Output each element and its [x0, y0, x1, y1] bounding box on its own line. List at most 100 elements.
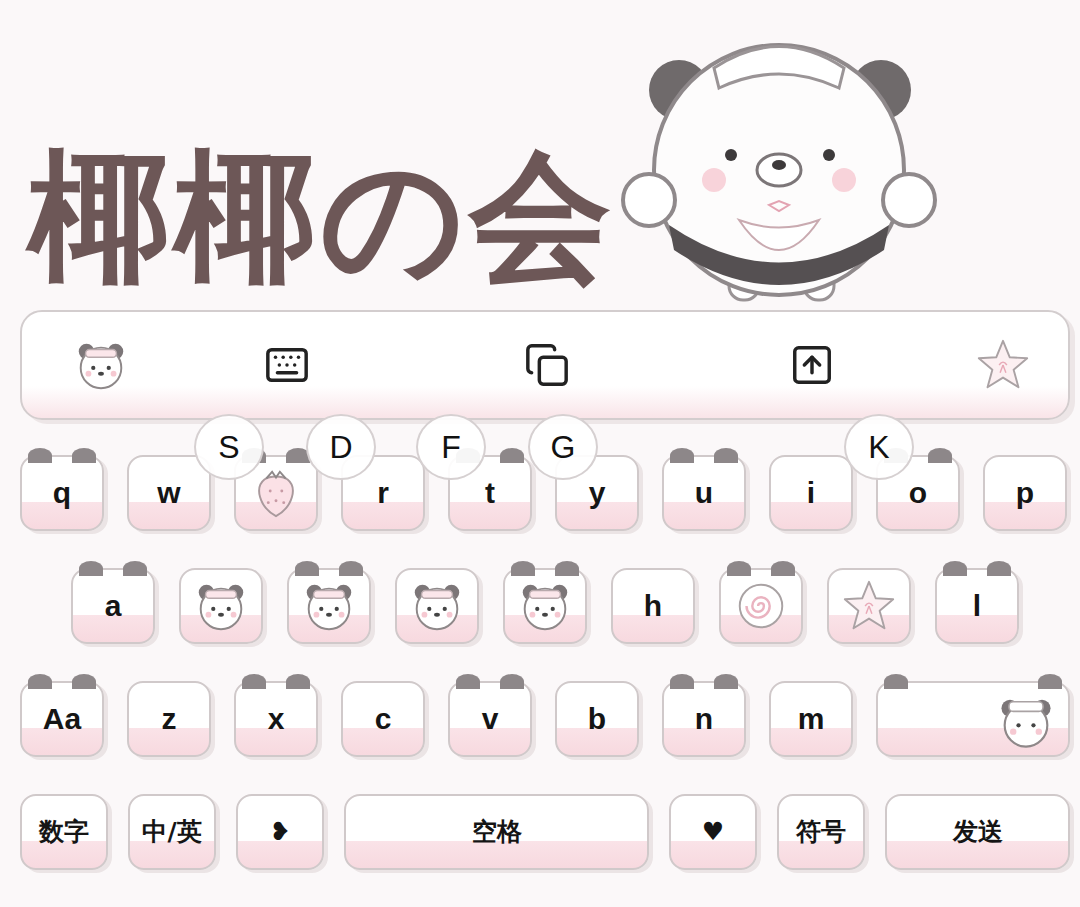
panda-ear — [28, 448, 52, 463]
roll-cake-icon — [732, 577, 790, 635]
star-sticker-icon — [974, 336, 1032, 394]
key-row: ahl — [20, 568, 1070, 644]
key-label: t — [483, 471, 497, 515]
key-label: x — [266, 697, 287, 741]
panda-ear — [295, 561, 319, 576]
panda-key[interactable] — [287, 568, 371, 644]
key[interactable]: i — [769, 455, 853, 531]
toolbar-sticker — [22, 336, 262, 394]
key-label: a — [103, 584, 124, 628]
key-label: o — [907, 471, 929, 515]
key[interactable]: 数字 — [20, 794, 108, 870]
key-label: h — [642, 584, 664, 628]
key-label: v — [480, 697, 501, 741]
enter-key[interactable] — [876, 681, 1070, 757]
panda-key[interactable] — [395, 568, 479, 644]
key-label: Aa — [41, 697, 83, 741]
key-label: 发送 — [951, 813, 1005, 851]
key-label: l — [971, 584, 983, 628]
toolbar-sticker — [837, 336, 1068, 394]
panda-ear — [714, 674, 738, 689]
key-row: Aaz x c v b n m — [20, 681, 1070, 757]
key[interactable]: h — [611, 568, 695, 644]
panda-ear — [727, 561, 751, 576]
panda-chef-illustration — [619, 20, 939, 310]
key-label: c — [373, 697, 394, 741]
key[interactable]: 空格 — [344, 794, 649, 870]
keyboard: SDFGKqwrtyuiopahlAazxcvbnm数字中/英❥空格♥符号发送 — [0, 420, 1080, 870]
key[interactable]: c — [341, 681, 425, 757]
panda-ear — [72, 674, 96, 689]
key-popup: K — [844, 414, 914, 480]
panda-ear — [884, 674, 908, 689]
key[interactable]: p — [983, 455, 1067, 531]
key-label: p — [1014, 471, 1036, 515]
key[interactable]: ❥ — [236, 794, 324, 870]
key[interactable]: n — [662, 681, 746, 757]
key-label: 中/英 — [140, 813, 203, 851]
key-label: q — [51, 471, 73, 515]
star-key[interactable] — [827, 568, 911, 644]
keyboard-icon — [264, 342, 310, 388]
key-label: ❥ — [268, 813, 293, 851]
panda-ear — [286, 674, 310, 689]
panda-icon — [300, 577, 358, 635]
panda-ear — [1038, 674, 1062, 689]
key[interactable]: Aa — [20, 681, 104, 757]
panda-ear — [771, 561, 795, 576]
key[interactable]: w — [127, 455, 211, 531]
key-label: ♥ — [700, 813, 726, 851]
key-popup: S — [194, 414, 264, 480]
key[interactable]: 符号 — [777, 794, 865, 870]
panda-ear — [242, 674, 266, 689]
panda-chef-icon — [994, 689, 1058, 753]
strawberry-icon — [247, 464, 305, 522]
key-label: u — [693, 471, 715, 515]
panda-key[interactable] — [503, 568, 587, 644]
key[interactable]: 中/英 — [128, 794, 216, 870]
panda-ear — [28, 674, 52, 689]
title: 椰椰の会 — [28, 146, 615, 288]
key[interactable]: z — [127, 681, 211, 757]
clipboard-icon — [524, 342, 570, 388]
key[interactable]: b — [555, 681, 639, 757]
key-label: i — [805, 471, 817, 515]
panda-icon — [192, 577, 250, 635]
panda-ear — [555, 561, 579, 576]
key-label: m — [796, 697, 827, 741]
key-label: 数字 — [37, 813, 91, 851]
key-label: y — [587, 471, 608, 515]
key[interactable]: v — [448, 681, 532, 757]
layout-button[interactable] — [787, 342, 837, 388]
panda-ear — [500, 674, 524, 689]
panda-ear — [456, 674, 480, 689]
key[interactable]: l — [935, 568, 1019, 644]
panda-ear — [511, 561, 535, 576]
key[interactable]: 发送 — [885, 794, 1070, 870]
key[interactable]: ♥ — [669, 794, 757, 870]
panda-key[interactable] — [179, 568, 263, 644]
panda-ear — [79, 561, 103, 576]
keyboard-button[interactable] — [262, 342, 312, 388]
panda-ear — [500, 448, 524, 463]
key-label: 空格 — [470, 813, 524, 851]
key-label: n — [693, 697, 715, 741]
panda-icon — [516, 577, 574, 635]
star-icon — [840, 577, 898, 635]
roll-key[interactable] — [719, 568, 803, 644]
key-label: 符号 — [794, 813, 848, 851]
panda-ear — [714, 448, 738, 463]
panda-ear — [928, 448, 952, 463]
header: 椰椰の会 — [0, 0, 1080, 310]
key[interactable]: x — [234, 681, 318, 757]
clipboard-button[interactable] — [522, 342, 572, 388]
key-row: 数字 中/英 ❥ 空格 ♥ 符号 发送 — [20, 794, 1070, 870]
key[interactable]: q — [20, 455, 104, 531]
key[interactable]: u — [662, 455, 746, 531]
key[interactable]: a — [71, 568, 155, 644]
key-label: w — [155, 471, 182, 515]
panda-ear — [670, 448, 694, 463]
panda-icon — [408, 577, 466, 635]
key[interactable]: m — [769, 681, 853, 757]
panda-ear — [943, 561, 967, 576]
